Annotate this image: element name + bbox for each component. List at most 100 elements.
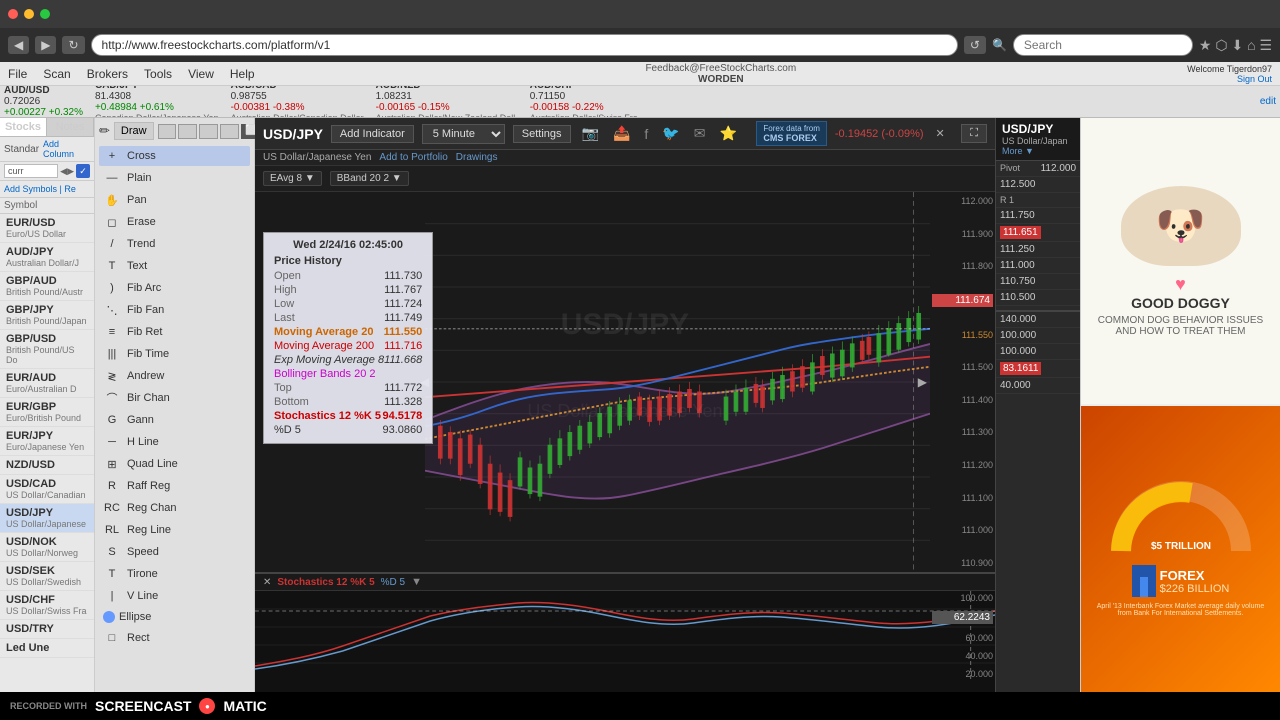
draw-tool-ellipse[interactable]: Ellipse	[99, 608, 250, 626]
window-close-btn[interactable]	[8, 9, 18, 19]
symbol-eur-jpy[interactable]: EUR/JPY Euro/Japanese Yen	[0, 427, 94, 456]
sign-out-btn[interactable]: Sign Out	[1237, 74, 1272, 84]
scroll-right-btn[interactable]: ▶	[918, 375, 927, 389]
draw-tool-andrew[interactable]: ≷ Andrew	[99, 366, 250, 386]
draw-tool-tirone[interactable]: T Tirone	[99, 564, 250, 584]
add-column-btn[interactable]: Add Column	[43, 139, 90, 159]
ticker-0[interactable]: AUD/USD 0.72026 +0.00227 +0.32%	[4, 86, 83, 118]
symbol-usd-sek[interactable]: USD/SEK US Dollar/Swedish	[0, 562, 94, 591]
draw-btn[interactable]: Draw	[114, 122, 154, 140]
draw-tool-speed[interactable]: S Speed	[99, 542, 250, 562]
draw-icon-1[interactable]: ⊟	[158, 124, 176, 139]
fullscreen-btn[interactable]: ⛶	[961, 124, 987, 143]
ticker-pair-0: AUD/USD	[4, 86, 83, 96]
back-btn[interactable]: ◀	[8, 36, 29, 54]
stoch-close-btn[interactable]: ✕	[263, 577, 271, 588]
tab-notes[interactable]: Notes	[47, 118, 94, 136]
menu-tools[interactable]: Tools	[144, 67, 172, 81]
symbol-usd-jpy[interactable]: USD/JPY US Dollar/Japanese	[0, 504, 94, 533]
draw-tool-cross[interactable]: + Cross	[99, 146, 250, 166]
draw-tool-regline[interactable]: RL Reg Line	[99, 520, 250, 540]
ad-top[interactable]: 🐶 ♥ GOOD DOGGY COMMON DOG BEHAVIOR ISSUE…	[1081, 118, 1280, 406]
draw-tool-fibtime[interactable]: ||| Fib Time	[99, 344, 250, 364]
draw-tool-raffreg[interactable]: R Raff Reg	[99, 476, 250, 496]
symbol-nzd-usd[interactable]: NZD/USD	[0, 456, 94, 475]
interval-select[interactable]: 5 Minute 1 Minute 15 Minute 30 Minute 1 …	[422, 124, 505, 144]
stoch-settings-icon[interactable]: ▼	[411, 576, 422, 588]
add-indicator-btn[interactable]: Add Indicator	[331, 125, 414, 143]
draw-tool-plain[interactable]: — Plain	[99, 168, 250, 188]
chart-close-btn[interactable]: ✕	[936, 127, 945, 140]
symbol-gbp-jpy[interactable]: GBP/JPY British Pound/Japan	[0, 301, 94, 330]
symbol-gbp-aud[interactable]: GBP/AUD British Pound/Austr	[0, 272, 94, 301]
symbol-eur-gbp[interactable]: EUR/GBP Euro/British Pound	[0, 398, 94, 427]
search-input[interactable]	[1013, 34, 1193, 56]
indicator-bband[interactable]: BBand 20 2 ▼	[330, 171, 409, 186]
share-icon-1[interactable]: 📤	[610, 125, 633, 142]
draw-tool-fibret[interactable]: ≡ Fib Ret	[99, 322, 250, 342]
share-icon-3[interactable]: 🐦	[659, 125, 682, 142]
window-minimize-btn[interactable]	[24, 9, 34, 19]
draw-tool-hline[interactable]: ─ H Line	[99, 432, 250, 452]
draw-tool-regchan[interactable]: RC Reg Chan	[99, 498, 250, 518]
draw-icon-4[interactable]: ▦	[220, 124, 239, 139]
reload-btn[interactable]: ↺	[964, 36, 986, 54]
symbol-usd-nok[interactable]: USD/NOK US Dollar/Norweg	[0, 533, 94, 562]
symbol-led-une[interactable]: Led Une	[0, 639, 94, 658]
symbol-eur-aud[interactable]: EUR/AUD Euro/Australian D	[0, 369, 94, 398]
draw-tool-fibarc[interactable]: ) Fib Arc	[99, 278, 250, 298]
symbol-usd-try[interactable]: USD/TRY	[0, 620, 94, 639]
ticker-2[interactable]: AUD/CAD 0.98755 -0.00381 -0.38% Australi…	[231, 86, 364, 118]
brand-info: Feedback@FreeStockCharts.com WORDEN	[271, 63, 1172, 85]
menu-file[interactable]: File	[8, 67, 27, 81]
ticker-4[interactable]: AUD/CHF 0.71150 -0.00158 -0.22% Australi…	[530, 86, 638, 118]
draw-tool-rect[interactable]: □ Rect	[99, 628, 250, 648]
ad-bottom[interactable]: $5 TRILLION FOREX $226 BILLION April '13…	[1081, 406, 1280, 692]
draw-tool-erase[interactable]: ◻ Erase	[99, 212, 250, 232]
ticker-3[interactable]: AUD/NZD 1.08231 -0.00165 -0.15% Australi…	[376, 86, 518, 118]
menu-help[interactable]: Help	[230, 67, 255, 81]
symbol-eur-usd[interactable]: EUR/USD Euro/US Dollar	[0, 214, 94, 243]
draw-icon-3[interactable]: ⊡	[199, 124, 217, 139]
url-bar[interactable]	[91, 34, 958, 56]
draw-tool-fibfan[interactable]: ⋱ Fib Fan	[99, 300, 250, 320]
symbol-aud-jpy[interactable]: AUD/JPY Australian Dollar/J	[0, 243, 94, 272]
add-to-portfolio-btn[interactable]: Add to Portfolio	[379, 152, 447, 163]
draw-tool-vline[interactable]: | V Line	[99, 586, 250, 606]
symbol-gbp-usd[interactable]: GBP/USD British Pound/US Do	[0, 330, 94, 369]
left-panel: Stocks Notes Standar Add Column curr ◀▶ …	[0, 118, 95, 692]
ellipse-icon	[103, 611, 115, 623]
menu-brokers[interactable]: Brokers	[87, 67, 128, 81]
camera-icon[interactable]: 📷	[579, 125, 602, 142]
share-icon-2[interactable]: f	[641, 126, 651, 142]
chart-indicators-row: EAvg 8 ▼ BBand 20 2 ▼	[255, 166, 995, 192]
draw-tool-quadline[interactable]: ⊞ Quad Line	[99, 454, 250, 474]
forward-btn[interactable]: ▶	[35, 36, 56, 54]
draw-tool-trend[interactable]: / Trend	[99, 234, 250, 254]
draw-tool-pan[interactable]: ✋ Pan	[99, 190, 250, 210]
symbol-usd-cad[interactable]: USD/CAD US Dollar/Canadian	[0, 475, 94, 504]
share-icon-5[interactable]: ⭐	[716, 125, 739, 142]
refresh-btn[interactable]: ↻	[62, 36, 84, 54]
menu-view[interactable]: View	[188, 67, 214, 81]
ad-subtitle: COMMON DOG BEHAVIOR ISSUES AND HOW TO TR…	[1091, 315, 1270, 337]
indicator-eavg[interactable]: EAvg 8 ▼	[263, 171, 322, 186]
window-maximize-btn[interactable]	[40, 9, 50, 19]
tab-stocks[interactable]: Stocks	[0, 118, 47, 136]
draw-tool-birchan[interactable]: ⌒ Bir Chan	[99, 388, 250, 408]
menu-scan[interactable]: Scan	[43, 67, 70, 81]
ticker-edit-btn[interactable]: edit	[1260, 96, 1276, 107]
main-chart[interactable]: Wed 2/24/16 02:45:00 Price History Open …	[255, 192, 995, 572]
add-symbols-btn[interactable]: Add Symbols | Re	[0, 181, 94, 198]
filter-input[interactable]: curr	[4, 164, 58, 178]
symbol-usd-chf[interactable]: USD/CHF US Dollar/Swiss Fra	[0, 591, 94, 620]
drawings-btn[interactable]: Drawings	[456, 152, 498, 163]
right-more-btn[interactable]: More ▼	[1002, 146, 1074, 156]
filter-check[interactable]: ✓	[76, 164, 90, 178]
draw-tool-text[interactable]: T Text	[99, 256, 250, 276]
share-icon-4[interactable]: ✉	[691, 125, 709, 142]
ticker-1[interactable]: CAD/JPY 81.4308 +0.48984 +0.61% Canadian…	[95, 86, 219, 118]
draw-icon-2[interactable]: ◫	[178, 124, 197, 139]
draw-tool-gann[interactable]: G Gann	[99, 410, 250, 430]
settings-btn[interactable]: Settings	[513, 125, 571, 143]
